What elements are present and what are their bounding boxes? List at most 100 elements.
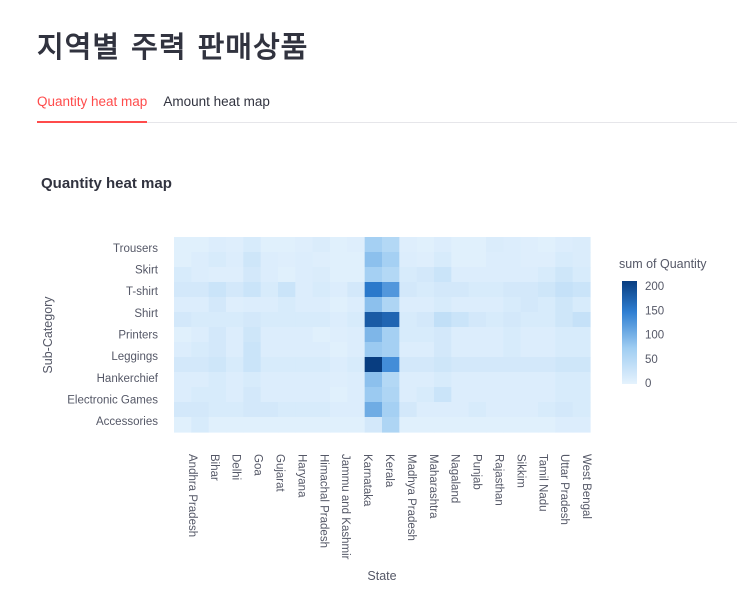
heatmap-cell: [347, 282, 366, 298]
y-tick-label: T-shirt: [126, 286, 159, 298]
heatmap-cell: [330, 252, 348, 268]
heatmap-cell: [434, 372, 452, 388]
legend-tick-label: 150: [645, 305, 664, 317]
heatmap-cell: [226, 417, 244, 433]
heatmap-cell: [260, 402, 279, 418]
heatmap-cell: [503, 372, 522, 388]
heatmap-cell: [243, 327, 262, 343]
heatmap-cell: [434, 312, 452, 328]
heatmap-cell: [468, 282, 487, 298]
heatmap-cell: [486, 327, 504, 343]
heatmap-cell: [451, 267, 470, 283]
heatmap-cell: [555, 357, 574, 373]
heatmap-cell: [572, 357, 591, 373]
heatmap-cell: [486, 252, 504, 268]
heatmap-cell: [260, 417, 279, 433]
y-tick-label: Electronic Games: [67, 395, 158, 407]
heatmap-cell: [295, 417, 314, 433]
heatmap-cell: [538, 327, 556, 343]
heatmap-cell: [191, 342, 210, 358]
heatmap-cell: [226, 387, 244, 403]
heatmap-cell: [468, 402, 487, 418]
heatmap-cell: [312, 282, 331, 298]
heatmap-cell: [347, 372, 366, 388]
heatmap-cell: [226, 282, 244, 298]
heatmap-cell: [364, 372, 383, 388]
heatmap-cell: [278, 372, 296, 388]
x-tick-label: Sikkim: [514, 454, 526, 488]
heatmap-cell: [278, 312, 296, 328]
heatmap-cell: [364, 267, 383, 283]
heatmap-cell: [364, 417, 383, 433]
heatmap-cell: [572, 387, 591, 403]
x-tick-label: Haryana: [295, 454, 307, 498]
heatmap-cell: [278, 327, 296, 343]
heatmap-cell: [347, 237, 366, 253]
heatmap-cell: [347, 342, 366, 358]
x-tick-label: Kerala: [383, 454, 395, 488]
heatmap-cell: [399, 312, 418, 328]
heatmap-cell: [382, 312, 400, 328]
heatmap-cell: [330, 312, 348, 328]
heatmap-cell: [243, 252, 262, 268]
y-tick-label: Leggings: [111, 351, 158, 363]
heatmap-cell: [295, 312, 314, 328]
x-tick-label: Maharashtra: [427, 454, 439, 519]
heatmap-cell: [555, 402, 574, 418]
heatmap-cell: [416, 237, 435, 253]
heatmap-cell: [538, 312, 556, 328]
heatmap-cell: [451, 387, 470, 403]
heatmap-cell: [260, 372, 279, 388]
heatmap-cell: [520, 402, 539, 418]
heatmap-cell: [191, 372, 210, 388]
y-axis-tick-labels: Trousers Skirt T-shirt Shirt Printers Legging…: [67, 243, 159, 428]
heatmap-cell: [434, 252, 452, 268]
x-tick-label: Karnataka: [361, 454, 373, 507]
heatmap-cell: [208, 387, 227, 403]
heatmap-cell: [520, 357, 539, 373]
heatmap-cell: [382, 417, 400, 433]
heatmap-cell: [572, 327, 591, 343]
heatmap-cell: [555, 417, 574, 433]
heatmap-cell: [347, 297, 366, 313]
heatmap-cell: [208, 327, 227, 343]
heatmap-cell: [364, 237, 383, 253]
heatmap-cell: [174, 297, 192, 313]
heatmap-cell: [226, 312, 244, 328]
heatmap-cell: [243, 417, 262, 433]
heatmap-cell: [226, 297, 244, 313]
heatmap-cell: [416, 252, 435, 268]
heatmap-cell: [399, 357, 418, 373]
heatmap-cell: [364, 312, 383, 328]
heatmap-cell: [503, 282, 522, 298]
heatmap-cell: [278, 402, 296, 418]
heatmap-cell: [486, 312, 504, 328]
heatmap-cell: [451, 402, 470, 418]
heatmap-cell: [538, 237, 556, 253]
heatmap-cell: [451, 327, 470, 343]
heatmap-cell: [520, 372, 539, 388]
heatmap-cell: [243, 342, 262, 358]
heatmap-cell: [226, 402, 244, 418]
heatmap-cell: [416, 297, 435, 313]
heatmap-cell: [468, 267, 487, 283]
heatmap-cell: [555, 342, 574, 358]
heatmap-cell: [538, 267, 556, 283]
heatmap-cell: [555, 267, 574, 283]
heatmap-cell: [538, 372, 556, 388]
heatmap-cell: [191, 387, 210, 403]
heatmap-cell: [555, 327, 574, 343]
heatmap-cell: [434, 237, 452, 253]
x-tick-label: Jammu and Kashmir: [339, 454, 351, 560]
heatmap-cell: [312, 252, 331, 268]
heatmap-cell: [538, 297, 556, 313]
heatmap-cell: [451, 237, 470, 253]
heatmap-cell: [520, 342, 539, 358]
x-tick-label: Andhra Pradesh: [186, 454, 198, 537]
heatmap-cell: [260, 237, 279, 253]
heatmap-cell: [295, 357, 314, 373]
legend-tick-label: 200: [645, 281, 664, 293]
heatmap-cell: [243, 387, 262, 403]
legend-tick-label: 0: [645, 378, 651, 390]
heatmap-cell: [243, 312, 262, 328]
